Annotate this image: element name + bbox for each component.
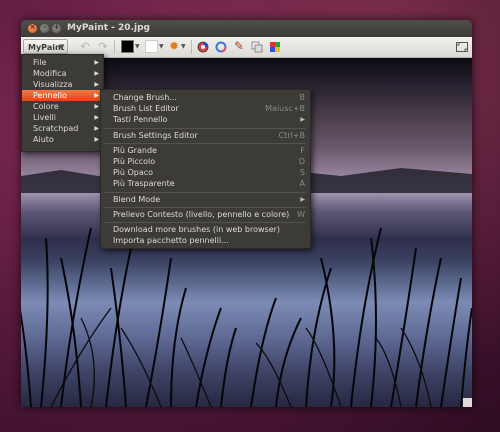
title-bar[interactable]: × – + MyPaint - 20.jpg — [21, 20, 472, 37]
menu-item-importa-pennelli[interactable]: Importa pacchetto pennelli... — [101, 235, 310, 246]
brush-swatch[interactable] — [145, 40, 158, 53]
app-menu-button[interactable]: MyPaint ▼ — [23, 39, 68, 54]
menu-item-label: Visualizza — [33, 80, 73, 89]
menu-item-label: Change Brush... — [113, 93, 177, 102]
menu-item-label: Più Opaco — [113, 168, 154, 177]
menu-item-label: Download more brushes (in web browser) — [113, 225, 281, 234]
menu-item-label: File — [33, 58, 47, 67]
minimize-icon: – — [42, 23, 47, 31]
shortcut-label: Maiusc+B — [265, 104, 305, 113]
menu-item-tasti-pennello[interactable]: Tasti Pennello ▶ — [101, 114, 310, 125]
menu-item-label: Brush Settings Editor — [113, 131, 198, 140]
menu-item-label: Scratchpad — [33, 124, 79, 133]
close-button[interactable]: × — [28, 23, 37, 33]
menu-item-piu-piccolo[interactable]: Più Piccolo D — [101, 156, 310, 167]
shortcut-label: W — [297, 210, 305, 219]
menu-item-prelievo-contesto[interactable]: Prelievo Contesto (livello, pennello e c… — [101, 209, 310, 220]
menu-item-label: Livelli — [33, 113, 57, 122]
menu-item-label: Più Piccolo — [113, 157, 156, 166]
chevron-right-icon: ▶ — [94, 136, 99, 143]
chevron-right-icon: ▶ — [94, 92, 99, 99]
shortcut-label: F — [300, 146, 305, 155]
maximize-button[interactable]: + — [52, 23, 61, 33]
brush-icon[interactable]: ✎ — [232, 39, 246, 54]
menu-separator — [105, 222, 306, 223]
menu-item-livelli[interactable]: Livelli ▶ — [22, 112, 103, 123]
menu-item-piu-grande[interactable]: Più Grande F — [101, 145, 310, 156]
color-swatch[interactable] — [121, 40, 134, 53]
menu-item-piu-trasparente[interactable]: Più Trasparente A — [101, 178, 310, 189]
menu-item-scratchpad[interactable]: Scratchpad ▶ — [22, 123, 103, 134]
menu-item-visualizza[interactable]: Visualizza ▶ — [22, 79, 103, 90]
menu-item-label: Aiuto — [33, 135, 54, 144]
undo-icon[interactable]: ↶ — [78, 39, 92, 54]
menu-item-label: Più Grande — [113, 146, 157, 155]
menu-item-piu-opaco[interactable]: Più Opaco S — [101, 167, 310, 178]
menu-separator — [105, 128, 306, 129]
chevron-right-icon: ▶ — [94, 81, 99, 88]
toolbar-separator — [114, 40, 115, 54]
chevron-right-icon: ▶ — [94, 125, 99, 132]
palette-icon[interactable] — [268, 39, 282, 54]
menu-item-label: Importa pacchetto pennelli... — [113, 236, 229, 245]
menu-item-modifica[interactable]: Modifica ▶ — [22, 68, 103, 79]
shortcut-label: D — [298, 157, 305, 166]
layers-icon[interactable] — [250, 39, 264, 54]
close-icon: × — [29, 23, 36, 31]
menu-item-pennello[interactable]: Pennello ▶ — [22, 90, 103, 101]
shortcut-label: B — [299, 93, 306, 102]
menu-separator — [105, 207, 306, 208]
chevron-right-icon: ▶ — [94, 114, 99, 121]
menu-item-change-brush[interactable]: Change Brush... B — [101, 92, 310, 103]
menu-item-colore[interactable]: Colore ▶ — [22, 101, 103, 112]
chevron-right-icon: ▶ — [94, 103, 99, 110]
menu-item-label: Tasti Pennello — [113, 115, 168, 124]
main-menu: File ▶ Modifica ▶ Visualizza ▶ Pennello ▶ Co… — [21, 54, 104, 152]
menu-separator — [105, 143, 306, 144]
redo-icon[interactable]: ↷ — [96, 39, 110, 54]
menu-item-download-brushes[interactable]: Download more brushes (in web browser) — [101, 224, 310, 235]
menu-item-aiuto[interactable]: Aiuto ▶ — [22, 134, 103, 145]
menu-item-file[interactable]: File ▶ — [22, 57, 103, 68]
chevron-down-icon[interactable]: ▼ — [159, 40, 164, 53]
chevron-right-icon: ▶ — [94, 70, 99, 77]
maximize-icon: + — [53, 23, 60, 31]
menu-separator — [105, 192, 306, 193]
shortcut-label: A — [299, 179, 305, 188]
chevron-right-icon: ▶ — [300, 116, 305, 123]
shortcut-label: Ctrl+B — [278, 131, 305, 140]
menu-item-label: Più Trasparente — [113, 179, 175, 188]
chevron-down-icon: ▼ — [58, 43, 64, 51]
window-title: MyPaint - 20.jpg — [67, 23, 150, 33]
menu-item-label: Prelievo Contesto (livello, pennello e c… — [113, 210, 290, 219]
menu-item-label: Brush List Editor — [113, 104, 179, 113]
gear-icon[interactable]: ✹ — [167, 39, 181, 54]
chevron-down-icon[interactable]: ▼ — [181, 40, 186, 53]
fullscreen-icon[interactable] — [455, 39, 469, 54]
chevron-down-icon[interactable]: ▼ — [135, 40, 140, 53]
resize-grip[interactable] — [463, 398, 472, 407]
menu-item-label: Modifica — [33, 69, 67, 78]
menu-item-brush-list-editor[interactable]: Brush List Editor Maiusc+B — [101, 103, 310, 114]
minimize-button[interactable]: – — [40, 23, 49, 33]
chevron-right-icon: ▶ — [94, 59, 99, 66]
color-wheel-icon[interactable] — [196, 39, 210, 54]
menu-item-blend-mode[interactable]: Blend Mode ▶ — [101, 194, 310, 205]
chevron-right-icon: ▶ — [300, 196, 305, 203]
menu-item-label: Colore — [33, 102, 59, 111]
brush-submenu: Change Brush... B Brush List Editor Maiusc… — [100, 89, 311, 249]
toolbar-separator — [191, 40, 192, 54]
menu-item-brush-settings-editor[interactable]: Brush Settings Editor Ctrl+B — [101, 130, 310, 141]
color-ring-icon[interactable] — [214, 39, 228, 54]
menu-item-label: Pennello — [33, 91, 67, 100]
shortcut-label: S — [299, 168, 305, 177]
menu-item-label: Blend Mode — [113, 195, 161, 204]
